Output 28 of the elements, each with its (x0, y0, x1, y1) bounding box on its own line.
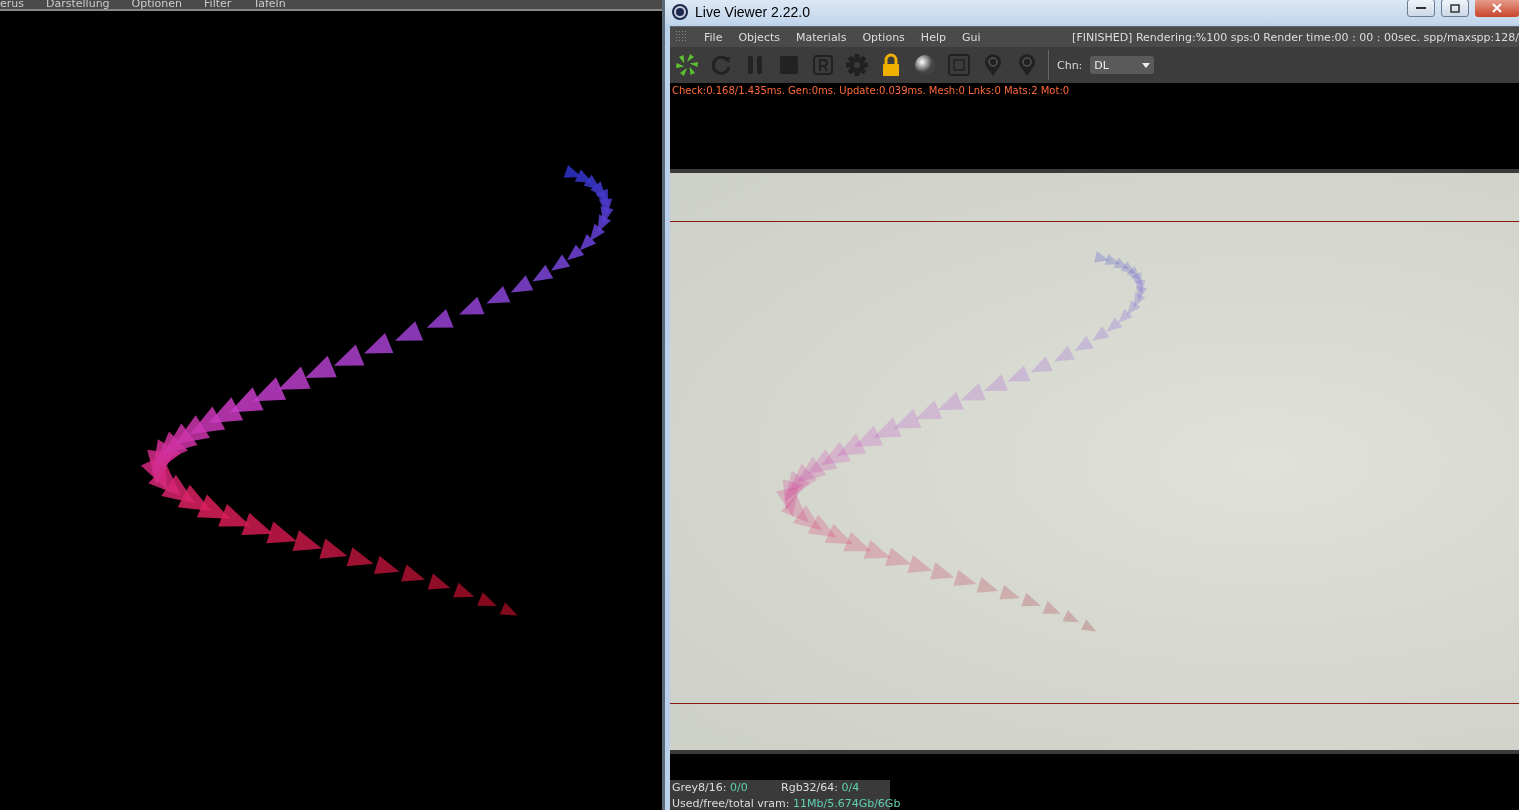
channel-label: Chn: (1057, 58, 1083, 72)
menu-item[interactable]: Materials (796, 30, 847, 44)
sphere-icon[interactable] (912, 52, 938, 78)
r-box-icon[interactable] (810, 52, 836, 78)
menu-item[interactable]: File (704, 30, 723, 44)
render-status: [FINISHED] Rendering:%100 sps:0 Render time:00 : 00 : 00sec. spp/maxspp:128/ (1072, 30, 1519, 44)
vram-stat: Used/free/total vram: 11Mb/5.674Gb/6Gb (672, 796, 901, 810)
stats-line: Check:0.168/1.435ms. Gen:0ms. Update:0.039ms. Mesh:0 Lnks:0 Mats:2 Mot:0 (671, 84, 1071, 98)
caret-icon (1142, 62, 1151, 68)
close-icon (1492, 3, 1502, 13)
maximize-icon (1450, 3, 1460, 13)
spinner-icon[interactable] (674, 52, 700, 78)
memory-stat: Grey8/16: 0/0 (672, 780, 749, 794)
window-title: Live Viewer 2.22.0 (695, 4, 811, 20)
app-logo-icon (671, 3, 689, 21)
channel-dropdown[interactable]: DL (1090, 56, 1155, 74)
menu-item[interactable]: Gui (961, 30, 981, 44)
close-button[interactable] (1475, 0, 1519, 17)
menu-item[interactable]: Objects (738, 30, 780, 44)
gear-icon[interactable] (844, 52, 870, 78)
memory-stat: Rgb32/64: 0/4 (781, 780, 861, 794)
maximize-button[interactable] (1441, 0, 1469, 17)
menu-item[interactable]: Help (920, 30, 946, 44)
region-icon[interactable] (946, 52, 972, 78)
minimize-icon (1416, 6, 1426, 10)
minimize-button[interactable] (1407, 0, 1435, 17)
menu-item[interactable]: Options (862, 30, 905, 44)
menu-item[interactable]: erus (0, 0, 24, 9)
